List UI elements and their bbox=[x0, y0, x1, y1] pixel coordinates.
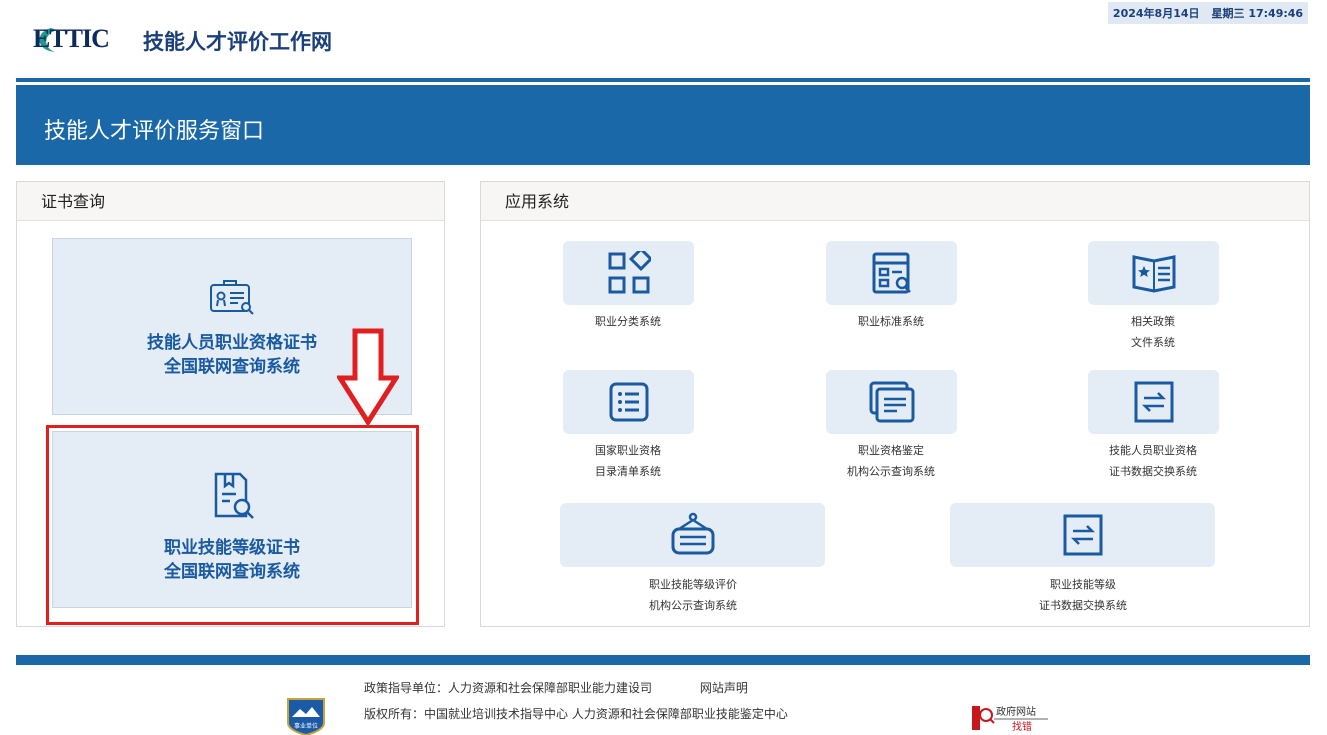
app-panel-title: 应用系统 bbox=[481, 182, 1309, 221]
app-label-line1: 职业分类系统 bbox=[595, 315, 661, 328]
grid-icon bbox=[608, 251, 651, 294]
vocational-qualification-data-exchange-system[interactable] bbox=[1088, 370, 1219, 434]
app-label-line2: 机构公示查询系统 bbox=[649, 599, 737, 612]
certificate-search-icon bbox=[210, 280, 254, 315]
certificate-panel-title: 证书查询 bbox=[17, 182, 444, 221]
app-label-line2: 证书数据交换系统 bbox=[1039, 599, 1127, 612]
standard-search-icon bbox=[872, 252, 911, 294]
card-label-line1: 技能人员职业资格证书 bbox=[147, 333, 317, 353]
list-icon bbox=[609, 382, 648, 422]
logo-mark: ETTIC bbox=[33, 22, 123, 58]
highlight-box bbox=[46, 425, 419, 625]
date-text: 2024年8月14日 bbox=[1112, 7, 1200, 20]
emblem-text: 事业单位 bbox=[294, 722, 318, 730]
gov-badge-subtext: 找错 bbox=[1012, 720, 1032, 732]
app-label: 相关政策 文件系统 bbox=[1053, 311, 1253, 353]
occupational-classification-system[interactable] bbox=[563, 241, 694, 305]
gov-site-error-report-badge[interactable]: 政府网站 找错 bbox=[970, 702, 1050, 732]
app-label-line1: 国家职业资格 bbox=[595, 444, 661, 457]
app-label: 职业标准系统 bbox=[791, 311, 991, 332]
app-label-line1: 技能人员职业资格 bbox=[1109, 444, 1197, 457]
policy-book-icon bbox=[1132, 255, 1175, 293]
time-text: 17:49:46 bbox=[1248, 7, 1304, 20]
header: ETTIC 技能人才评价工作网 2024年8月14日 星期三 17:49:46 bbox=[0, 0, 1327, 80]
copyright-text: 版权所有：中国就业培训技术指导中心 人力资源和社会保障部职业技能鉴定中心 bbox=[364, 707, 788, 721]
skill-level-evaluation-institution-system[interactable] bbox=[560, 503, 825, 567]
app-label: 职业资格鉴定 机构公示查询系统 bbox=[791, 440, 991, 482]
banner-title: 技能人才评价服务窗口 bbox=[44, 119, 265, 144]
app-label: 国家职业资格 目录清单系统 bbox=[528, 440, 728, 482]
app-label: 职业分类系统 bbox=[528, 311, 728, 332]
app-label-line1: 职业技能等级 bbox=[1050, 578, 1116, 591]
app-label-line1: 职业技能等级评价 bbox=[649, 578, 737, 591]
certificate-card-label: 技能人员职业资格证书 全国联网查询系统 bbox=[147, 331, 317, 379]
gov-badge-text: 政府网站 bbox=[996, 705, 1036, 718]
policy-documents-system[interactable] bbox=[1088, 241, 1219, 305]
application-systems-panel: 应用系统 职业分类系统 职业标准系统 相关政策 文件系统 国家职业资格 目录清单… bbox=[480, 181, 1310, 627]
guide-unit-text: 政策指导单位：人力资源和社会保障部职业能力建设司 bbox=[364, 681, 653, 695]
notice-sign-icon bbox=[671, 512, 714, 555]
ettic-logo[interactable]: ETTIC bbox=[33, 22, 123, 58]
site-statement-link[interactable]: 网站声明 bbox=[700, 681, 748, 695]
national-qualification-catalog-system[interactable] bbox=[563, 370, 694, 434]
app-label: 技能人员职业资格 证书数据交换系统 bbox=[1053, 440, 1253, 482]
header-divider bbox=[16, 78, 1310, 82]
app-label-line1: 职业标准系统 bbox=[858, 315, 924, 328]
app-label: 职业技能等级 证书数据交换系统 bbox=[983, 574, 1183, 616]
app-label-line1: 职业资格鉴定 bbox=[858, 444, 924, 457]
exchange-icon bbox=[1063, 514, 1102, 556]
footer-divider bbox=[16, 655, 1310, 665]
occupational-standard-system[interactable] bbox=[826, 241, 957, 305]
datetime-display: 2024年8月14日 星期三 17:49:46 bbox=[1108, 2, 1308, 24]
qualification-appraisal-institution-system[interactable] bbox=[826, 370, 957, 434]
service-banner: 技能人才评价服务窗口 bbox=[16, 85, 1310, 165]
app-label-line2: 目录清单系统 bbox=[595, 465, 661, 478]
app-label: 职业技能等级评价 机构公示查询系统 bbox=[593, 574, 793, 616]
app-label-line2: 机构公示查询系统 bbox=[847, 465, 935, 478]
documents-icon bbox=[869, 381, 914, 423]
public-institution-emblem[interactable]: 事业单位 bbox=[284, 695, 328, 735]
site-title: 技能人才评价工作网 bbox=[143, 30, 332, 54]
weekday-text: 星期三 bbox=[1211, 7, 1245, 20]
logo-text: ETTIC bbox=[33, 24, 110, 53]
footer: 事业单位 政策指导单位：人力资源和社会保障部职业能力建设司 网站声明 版权所有：… bbox=[0, 665, 1327, 735]
exchange-icon bbox=[1134, 381, 1173, 423]
app-label-line1: 相关政策 bbox=[1131, 315, 1175, 328]
skill-level-certificate-data-exchange-system[interactable] bbox=[950, 503, 1215, 567]
footer-guide-line: 政策指导单位：人力资源和社会保障部职业能力建设司 网站声明 bbox=[364, 679, 748, 696]
arrow-down-icon bbox=[337, 328, 399, 426]
card-label-line2: 全国联网查询系统 bbox=[164, 357, 300, 377]
app-label-line2: 文件系统 bbox=[1131, 336, 1175, 349]
app-label-line2: 证书数据交换系统 bbox=[1109, 465, 1197, 478]
